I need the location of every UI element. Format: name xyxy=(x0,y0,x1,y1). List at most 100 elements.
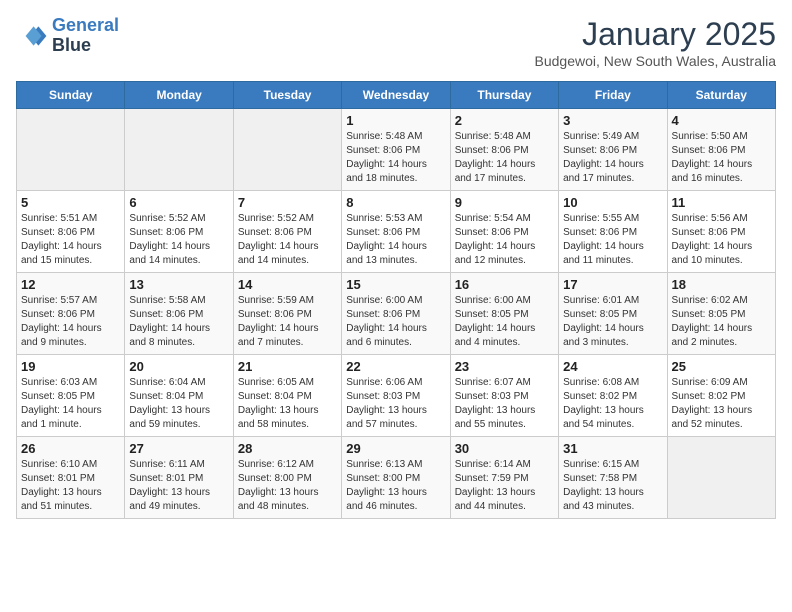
day-number: 1 xyxy=(346,113,445,128)
day-info: Sunrise: 5:54 AM Sunset: 8:06 PM Dayligh… xyxy=(455,212,554,268)
calendar-cell: 2 Sunrise: 5:48 AM Sunset: 8:06 PM Daylig… xyxy=(450,109,558,191)
calendar-cell: 3 Sunrise: 5:49 AM Sunset: 8:06 PM Daylig… xyxy=(559,109,667,191)
weekday-header-sunday: Sunday xyxy=(17,82,125,109)
calendar-cell: 14 Sunrise: 5:59 AM Sunset: 8:06 PM Dayli… xyxy=(233,273,341,355)
calendar-cell: 7Sunrise: 5:52 AM Sunset: 8:06 PM Daylig… xyxy=(233,191,341,273)
day-number: 13 xyxy=(129,277,228,292)
day-number: 2 xyxy=(455,113,554,128)
weekday-header-monday: Monday xyxy=(125,82,233,109)
calendar-cell: 25Sunrise: 6:09 AM Sunset: 8:02 PM Dayli… xyxy=(667,355,775,437)
calendar-cell: 28 Sunrise: 6:12 AM Sunset: 8:00 PM Dayli… xyxy=(233,437,341,519)
calendar-cell: 16Sunrise: 6:00 AM Sunset: 8:05 PM Dayli… xyxy=(450,273,558,355)
day-info: Sunrise: 6:08 AM Sunset: 8:02 PM Dayligh… xyxy=(563,376,662,432)
day-number: 31 xyxy=(563,441,662,456)
calendar-cell: 22 Sunrise: 6:06 AM Sunset: 8:03 PM Dayli… xyxy=(342,355,450,437)
calendar-cell: 8 Sunrise: 5:53 AM Sunset: 8:06 PM Daylig… xyxy=(342,191,450,273)
calendar-cell: 5 Sunrise: 5:51 AM Sunset: 8:06 PM Daylig… xyxy=(17,191,125,273)
day-number: 21 xyxy=(238,359,337,374)
day-info: Sunrise: 5:53 AM Sunset: 8:06 PM Dayligh… xyxy=(346,212,445,268)
calendar-cell: 11Sunrise: 5:56 AM Sunset: 8:06 PM Dayli… xyxy=(667,191,775,273)
calendar-cell: 24 Sunrise: 6:08 AM Sunset: 8:02 PM Dayli… xyxy=(559,355,667,437)
day-info: Sunrise: 6:04 AM Sunset: 8:04 PM Dayligh… xyxy=(129,376,228,432)
calendar-header: SundayMondayTuesdayWednesdayThursdayFrid… xyxy=(17,82,776,109)
calendar-cell: 19 Sunrise: 6:03 AM Sunset: 8:05 PM Dayli… xyxy=(17,355,125,437)
calendar-cell: 15Sunrise: 6:00 AM Sunset: 8:06 PM Dayli… xyxy=(342,273,450,355)
calendar-cell: 31 Sunrise: 6:15 AM Sunset: 7:58 PM Dayli… xyxy=(559,437,667,519)
calendar-title: January 2025 xyxy=(535,16,777,53)
day-number: 22 xyxy=(346,359,445,374)
day-info: Sunrise: 5:51 AM Sunset: 8:06 PM Dayligh… xyxy=(21,212,120,268)
calendar-week-1: 1 Sunrise: 5:48 AM Sunset: 8:06 PM Daylig… xyxy=(17,109,776,191)
calendar-cell: 27Sunrise: 6:11 AM Sunset: 8:01 PM Dayli… xyxy=(125,437,233,519)
day-info: Sunrise: 6:03 AM Sunset: 8:05 PM Dayligh… xyxy=(21,376,120,432)
day-number: 10 xyxy=(563,195,662,210)
calendar-week-5: 26Sunrise: 6:10 AM Sunset: 8:01 PM Dayli… xyxy=(17,437,776,519)
day-number: 20 xyxy=(129,359,228,374)
calendar-cell: 26Sunrise: 6:10 AM Sunset: 8:01 PM Dayli… xyxy=(17,437,125,519)
day-info: Sunrise: 6:05 AM Sunset: 8:04 PM Dayligh… xyxy=(238,376,337,432)
day-info: Sunrise: 5:57 AM Sunset: 8:06 PM Dayligh… xyxy=(21,294,120,350)
calendar-cell: 18Sunrise: 6:02 AM Sunset: 8:05 PM Dayli… xyxy=(667,273,775,355)
day-number: 23 xyxy=(455,359,554,374)
day-number: 25 xyxy=(672,359,771,374)
day-info: Sunrise: 5:55 AM Sunset: 8:06 PM Dayligh… xyxy=(563,212,662,268)
calendar-cell: 10 Sunrise: 5:55 AM Sunset: 8:06 PM Dayli… xyxy=(559,191,667,273)
day-number: 29 xyxy=(346,441,445,456)
calendar-week-4: 19 Sunrise: 6:03 AM Sunset: 8:05 PM Dayli… xyxy=(17,355,776,437)
day-info: Sunrise: 6:15 AM Sunset: 7:58 PM Dayligh… xyxy=(563,458,662,514)
day-info: Sunrise: 5:58 AM Sunset: 8:06 PM Dayligh… xyxy=(129,294,228,350)
day-number: 12 xyxy=(21,277,120,292)
day-info: Sunrise: 5:52 AM Sunset: 8:06 PM Dayligh… xyxy=(129,212,228,268)
day-number: 26 xyxy=(21,441,120,456)
day-number: 24 xyxy=(563,359,662,374)
day-number: 8 xyxy=(346,195,445,210)
logo-icon xyxy=(16,20,48,52)
calendar-cell: 23Sunrise: 6:07 AM Sunset: 8:03 PM Dayli… xyxy=(450,355,558,437)
day-number: 3 xyxy=(563,113,662,128)
day-info: Sunrise: 5:50 AM Sunset: 8:06 PM Dayligh… xyxy=(672,130,771,186)
day-info: Sunrise: 5:48 AM Sunset: 8:06 PM Dayligh… xyxy=(455,130,554,186)
calendar-cell xyxy=(667,437,775,519)
day-number: 19 xyxy=(21,359,120,374)
day-info: Sunrise: 6:13 AM Sunset: 8:00 PM Dayligh… xyxy=(346,458,445,514)
day-info: Sunrise: 6:12 AM Sunset: 8:00 PM Dayligh… xyxy=(238,458,337,514)
weekday-header-wednesday: Wednesday xyxy=(342,82,450,109)
weekday-header-saturday: Saturday xyxy=(667,82,775,109)
day-number: 5 xyxy=(21,195,120,210)
day-info: Sunrise: 6:06 AM Sunset: 8:03 PM Dayligh… xyxy=(346,376,445,432)
calendar-cell: 1 Sunrise: 5:48 AM Sunset: 8:06 PM Daylig… xyxy=(342,109,450,191)
day-info: Sunrise: 5:59 AM Sunset: 8:06 PM Dayligh… xyxy=(238,294,337,350)
day-number: 4 xyxy=(672,113,771,128)
day-number: 17 xyxy=(563,277,662,292)
calendar-cell: 9 Sunrise: 5:54 AM Sunset: 8:06 PM Daylig… xyxy=(450,191,558,273)
calendar-cell xyxy=(17,109,125,191)
logo-text: General Blue xyxy=(52,16,119,56)
calendar-cell xyxy=(233,109,341,191)
calendar-cell: 4 Sunrise: 5:50 AM Sunset: 8:06 PM Daylig… xyxy=(667,109,775,191)
day-info: Sunrise: 5:49 AM Sunset: 8:06 PM Dayligh… xyxy=(563,130,662,186)
calendar-week-3: 12 Sunrise: 5:57 AM Sunset: 8:06 PM Dayli… xyxy=(17,273,776,355)
calendar-cell: 6 Sunrise: 5:52 AM Sunset: 8:06 PM Daylig… xyxy=(125,191,233,273)
calendar-week-2: 5 Sunrise: 5:51 AM Sunset: 8:06 PM Daylig… xyxy=(17,191,776,273)
day-number: 30 xyxy=(455,441,554,456)
weekday-header-friday: Friday xyxy=(559,82,667,109)
day-number: 15 xyxy=(346,277,445,292)
calendar-cell: 30Sunrise: 6:14 AM Sunset: 7:59 PM Dayli… xyxy=(450,437,558,519)
day-number: 6 xyxy=(129,195,228,210)
calendar-cell: 17Sunrise: 6:01 AM Sunset: 8:05 PM Dayli… xyxy=(559,273,667,355)
day-number: 28 xyxy=(238,441,337,456)
calendar-table: SundayMondayTuesdayWednesdayThursdayFrid… xyxy=(16,81,776,519)
weekday-header-tuesday: Tuesday xyxy=(233,82,341,109)
title-block: January 2025 Budgewoi, New South Wales, … xyxy=(535,16,777,69)
day-info: Sunrise: 5:56 AM Sunset: 8:06 PM Dayligh… xyxy=(672,212,771,268)
day-number: 9 xyxy=(455,195,554,210)
calendar-cell: 21 Sunrise: 6:05 AM Sunset: 8:04 PM Dayli… xyxy=(233,355,341,437)
calendar-subtitle: Budgewoi, New South Wales, Australia xyxy=(535,53,777,69)
day-number: 7 xyxy=(238,195,337,210)
calendar-cell xyxy=(125,109,233,191)
calendar-body: 1 Sunrise: 5:48 AM Sunset: 8:06 PM Daylig… xyxy=(17,109,776,519)
day-info: Sunrise: 5:48 AM Sunset: 8:06 PM Dayligh… xyxy=(346,130,445,186)
day-number: 14 xyxy=(238,277,337,292)
day-info: Sunrise: 6:02 AM Sunset: 8:05 PM Dayligh… xyxy=(672,294,771,350)
day-number: 27 xyxy=(129,441,228,456)
